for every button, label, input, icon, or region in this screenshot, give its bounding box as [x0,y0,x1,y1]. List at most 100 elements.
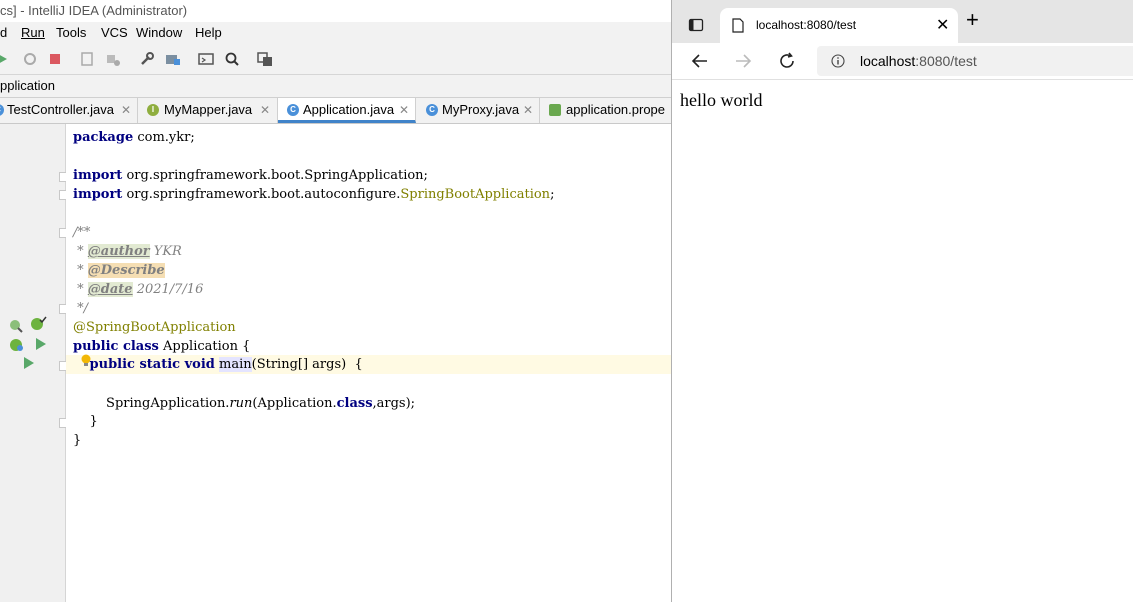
address-path: :8080/test [915,53,977,69]
code-token: SpringBootApplication [400,187,551,202]
ide-toolbar [0,44,671,75]
code-token: SpringApplication. [73,396,230,411]
intellij-window: cs] - IntelliJ IDEA (Administrator) d Ru… [0,0,671,602]
code-token: (String[] args) { [251,357,363,372]
rerun-icon[interactable] [0,51,10,67]
code-token: import [73,168,123,183]
code-token: ; [550,187,555,202]
code-token: public static void [89,357,215,372]
close-icon[interactable]: ✕ [260,98,270,122]
code-token: * [73,244,88,259]
menu-run[interactable]: Run [21,25,45,40]
browser-tab-strip: localhost:8080/test ✕ + [672,0,1133,43]
attach-icon[interactable] [105,51,121,67]
code-line-8: * @Describe [73,261,165,280]
close-icon[interactable]: ✕ [399,98,409,122]
run-class-icon[interactable] [34,336,48,352]
forward-icon[interactable] [733,51,753,71]
spring-class-icon: C [287,104,299,116]
back-icon[interactable] [690,51,710,71]
javadoc-tag: @Describe [87,263,165,278]
terminal-icon[interactable] [198,51,214,67]
editor-tabs: C TestController.java ✕ I MyMapper.java … [0,98,671,124]
code-line-4: import org.springframework.boot.autoconf… [73,185,554,204]
spring-bean-icon[interactable] [8,318,24,334]
menu-build[interactable]: d [0,25,7,40]
address-host: localhost [860,53,916,69]
tab-application-properties[interactable]: application.prope [540,98,671,123]
spring-context-icon[interactable] [8,337,26,353]
tab-testcontroller[interactable]: C TestController.java ✕ [0,98,138,123]
browser-window: localhost:8080/test ✕ + localhost:8080/t… [671,0,1133,602]
address-bar[interactable]: localhost:8080/test [817,46,1133,76]
vcs-operations-icon[interactable] [257,51,273,67]
code-line-1: package com.ykr; [73,128,195,147]
code-line-12: public class Application { [73,337,250,356]
page-icon [732,18,744,33]
close-icon[interactable]: ✕ [523,98,533,122]
wrench-icon[interactable] [139,51,155,67]
code-token: import [73,187,123,202]
javadoc-tag: @date [87,282,133,297]
tab-mymapper[interactable]: I MyMapper.java ✕ [138,98,278,123]
code-token: ,args); [372,396,416,411]
code-line-17: } [73,433,82,448]
class-icon: C [0,104,4,116]
code-line-15: SpringApplication.run(Application.class,… [73,394,415,413]
ide-window-title: cs] - IntelliJ IDEA (Administrator) [0,3,188,18]
stop-icon[interactable] [47,51,63,67]
menu-vcs[interactable]: VCS [101,25,128,40]
close-icon[interactable]: ✕ [121,98,131,122]
code-token: run [229,396,253,411]
code-token: Application { [158,339,251,354]
code-token: YKR [149,244,182,259]
debug-icon[interactable] [22,51,38,67]
project-structure-icon[interactable] [165,51,181,67]
code-line-10: */ [73,301,89,316]
run-main-icon[interactable] [22,355,36,371]
properties-icon [549,104,561,116]
tab-actions-icon[interactable] [688,17,704,33]
address-text[interactable]: localhost:8080/test [860,53,977,69]
spring-boot-icon[interactable] [29,316,47,332]
tab-label: application.prope [566,102,666,117]
editor-gutter [0,124,69,602]
class-icon: C [426,104,438,116]
code-token: 2021/7/16 [132,282,204,297]
new-tab-icon[interactable]: + [966,9,979,31]
interface-icon: I [147,104,159,116]
browser-tab-title: localhost:8080/test [756,18,857,32]
tab-myproxy[interactable]: C MyProxy.java ✕ [416,98,540,123]
code-token: class [336,396,373,411]
lightbulb-icon[interactable] [80,353,92,369]
browser-tab[interactable]: localhost:8080/test ✕ [720,8,958,43]
code-token: public class [73,339,159,354]
code-editor[interactable]: package com.ykr; import org.springframew… [66,124,671,602]
code-token: * [73,263,88,278]
ide-title-bar: cs] - IntelliJ IDEA (Administrator) [0,0,671,22]
tab-label: Application.java [303,102,395,117]
menu-window[interactable]: Window [136,25,182,40]
close-icon[interactable]: ✕ [936,15,949,35]
breadcrumb-item-application[interactable]: pplication [0,78,55,93]
menu-run-label: Run [21,25,45,40]
code-token: * [73,282,88,297]
code-line-16: } [73,414,98,429]
tab-application[interactable]: C Application.java ✕ [278,98,416,123]
build-icon[interactable] [79,51,95,67]
browser-toolbar: localhost:8080/test [672,43,1133,80]
search-icon[interactable] [224,51,240,67]
code-token: com.ykr; [133,130,195,145]
menu-help[interactable]: Help [195,25,222,40]
site-info-icon[interactable] [831,54,845,68]
refresh-icon[interactable] [777,51,797,71]
breadcrumb: pplication [0,75,671,98]
code-token: main [219,357,252,372]
code-token: org.springframework.boot.autoconfigure. [122,187,401,202]
tab-label: TestController.java [7,102,114,117]
code-line-13: public static void main(String[] args) { [73,355,363,374]
code-line-7: * @author YKR [73,242,182,261]
page-content-text: hello world [680,90,763,110]
menu-tools[interactable]: Tools [56,25,86,40]
javadoc-tag: @author [87,244,150,259]
